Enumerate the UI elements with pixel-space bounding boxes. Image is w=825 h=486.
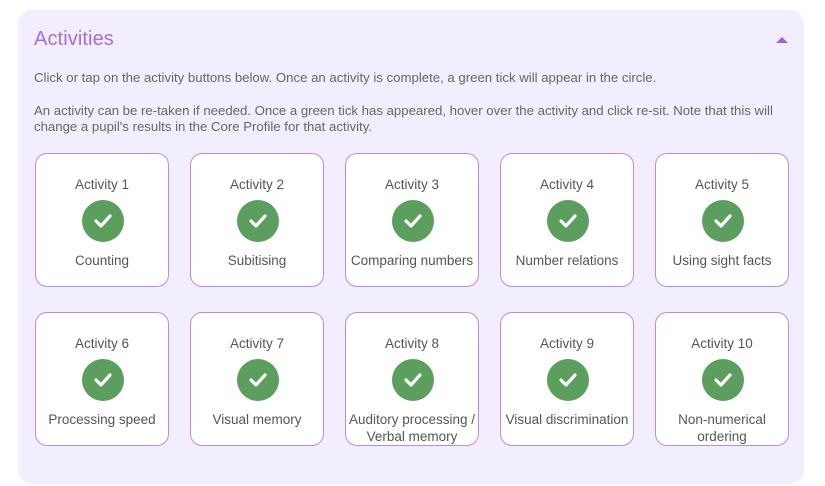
activity-card-2[interactable]: Activity 2 Subitising xyxy=(190,153,324,287)
activities-panel: Activities Click or tap on the activity … xyxy=(18,10,804,484)
check-icon xyxy=(82,359,124,401)
activity-label: Processing speed xyxy=(48,412,156,427)
check-icon xyxy=(392,200,434,242)
activity-card-7[interactable]: Activity 7 Visual memory xyxy=(190,312,324,446)
activity-title: Activity 6 xyxy=(74,336,129,351)
instruction-text: An activity can be re-taken if needed. O… xyxy=(34,103,773,134)
activity-card-4[interactable]: Activity 4 Number relations xyxy=(500,153,634,287)
activity-card-6[interactable]: Activity 6 Processing speed xyxy=(35,312,169,446)
activity-card-5[interactable]: Activity 5 Using sight facts xyxy=(655,153,789,287)
activity-label: Using sight facts xyxy=(672,253,772,268)
instructions: Click or tap on the activity buttons bel… xyxy=(34,70,782,152)
activity-grid: Activity 1 Counting Activity 2 Subitisin… xyxy=(35,153,789,446)
activity-card-1[interactable]: Activity 1 Counting xyxy=(35,153,169,287)
activity-label: Number relations xyxy=(515,253,619,268)
panel-title: Activities xyxy=(34,28,114,50)
activity-label: Counting xyxy=(74,253,130,268)
activity-card-9[interactable]: Activity 9 Visual discrimination xyxy=(500,312,634,446)
activity-label: Visual discrimination xyxy=(505,412,629,427)
check-icon xyxy=(392,359,434,401)
activity-card-10[interactable]: Activity 10 Non-numerical ordering xyxy=(655,312,789,446)
check-icon xyxy=(547,359,589,401)
activity-title: Activity 1 xyxy=(74,177,129,192)
activity-title: Activity 2 xyxy=(229,177,284,192)
check-icon xyxy=(237,359,279,401)
activity-title: Activity 8 xyxy=(384,336,439,351)
activity-label: Subitising xyxy=(227,253,287,268)
activity-card-8[interactable]: Activity 8 Auditory processing / Verbal … xyxy=(345,312,479,446)
activity-label: Comparing numbers xyxy=(350,253,474,268)
activity-title: Activity 4 xyxy=(539,177,594,192)
check-icon xyxy=(702,200,744,242)
activity-label: Visual memory xyxy=(212,412,302,427)
chevron-up-icon[interactable] xyxy=(776,37,788,43)
activity-title: Activity 7 xyxy=(229,336,284,351)
check-icon xyxy=(702,359,744,401)
activity-label: Auditory processing / Verbal memory xyxy=(348,412,476,444)
activity-card-3[interactable]: Activity 3 Comparing numbers xyxy=(345,153,479,287)
check-icon xyxy=(82,200,124,242)
activity-title: Activity 10 xyxy=(691,336,753,351)
activity-title: Activity 3 xyxy=(384,177,439,192)
activity-title: Activity 9 xyxy=(539,336,594,351)
check-icon xyxy=(547,200,589,242)
activity-label: Non-numerical ordering xyxy=(678,412,766,444)
instruction-text: Click or tap on the activity buttons bel… xyxy=(34,70,657,85)
check-icon xyxy=(237,200,279,242)
activity-title: Activity 5 xyxy=(694,177,749,192)
